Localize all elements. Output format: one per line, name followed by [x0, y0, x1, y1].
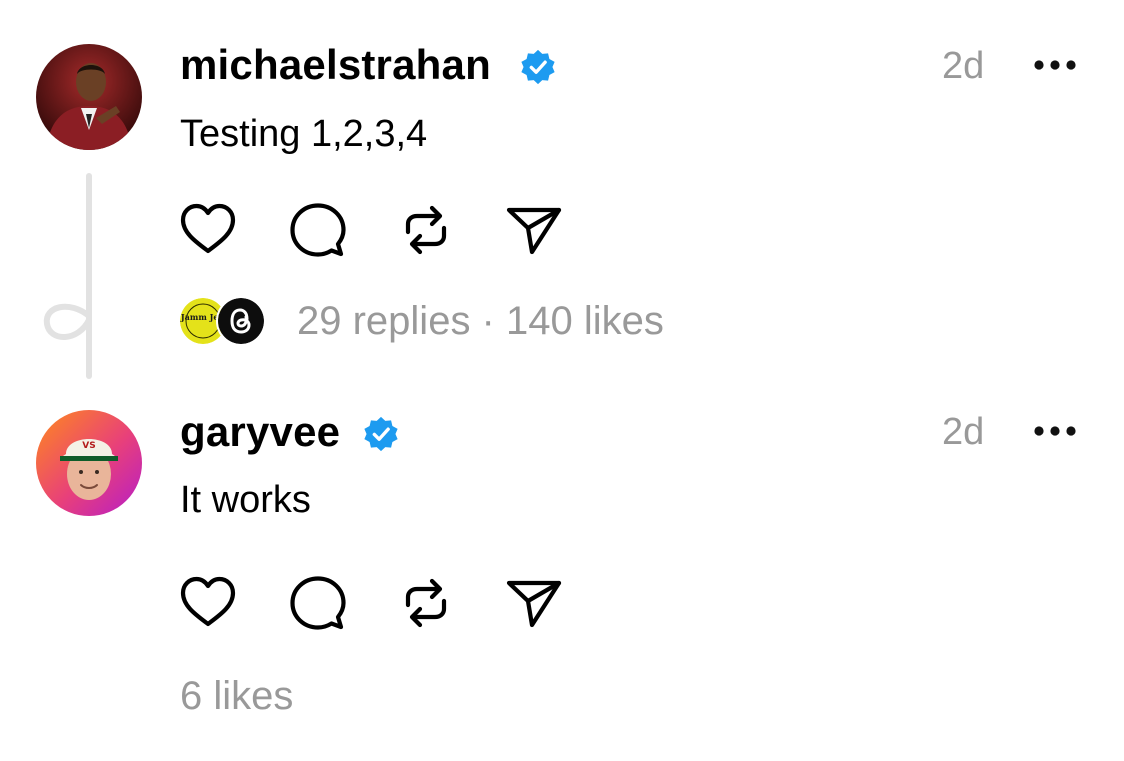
repost-icon — [405, 578, 447, 628]
post-actions — [178, 573, 578, 633]
timestamp: 2d — [942, 45, 985, 87]
post-actions — [178, 200, 578, 260]
reply-button[interactable] — [288, 200, 348, 260]
post-michaelstrahan: michaelstrahan 2d Testing 1,2,3,4 Jamm J… — [0, 0, 1124, 390]
cap-logo-text: VS — [82, 441, 95, 451]
avatar-garyvee[interactable]: VS — [36, 410, 142, 516]
share-button[interactable] — [504, 200, 564, 260]
timestamp: 2d — [942, 411, 985, 453]
post-stats[interactable]: 29 replies · 140 likes — [297, 297, 664, 345]
like-button[interactable] — [178, 573, 238, 633]
post-garyvee: VS garyvee 2d It works 6 likes — [0, 390, 1124, 761]
threads-logo-icon — [218, 298, 264, 344]
send-icon — [506, 580, 562, 628]
repost-button[interactable] — [396, 200, 456, 260]
post-stats[interactable]: 6 likes — [180, 672, 293, 720]
verified-badge-icon — [521, 49, 555, 85]
reply-button[interactable] — [288, 573, 348, 633]
post-text: It works — [180, 479, 311, 521]
username[interactable]: michaelstrahan — [180, 41, 491, 89]
more-options-icon[interactable] — [1032, 58, 1078, 72]
avatar-michaelstrahan[interactable] — [36, 44, 142, 150]
comment-icon — [290, 576, 346, 630]
replier-avatar — [216, 296, 266, 346]
avatar-photo-garyvee: VS — [36, 410, 142, 516]
heart-icon — [180, 576, 236, 627]
avatar-photo-michaelstrahan — [36, 44, 142, 150]
heart-icon — [180, 203, 236, 254]
repost-button[interactable] — [396, 573, 456, 633]
post-text: Testing 1,2,3,4 — [180, 113, 428, 155]
comment-icon — [290, 203, 346, 257]
username[interactable]: garyvee — [180, 408, 340, 456]
reply-avatars[interactable]: Jamm JeR — [178, 296, 268, 346]
more-options-icon[interactable] — [1032, 424, 1078, 438]
repost-icon — [405, 205, 447, 255]
like-button[interactable] — [178, 200, 238, 260]
send-icon — [506, 207, 562, 255]
share-button[interactable] — [504, 573, 564, 633]
verified-badge-icon — [364, 416, 398, 452]
